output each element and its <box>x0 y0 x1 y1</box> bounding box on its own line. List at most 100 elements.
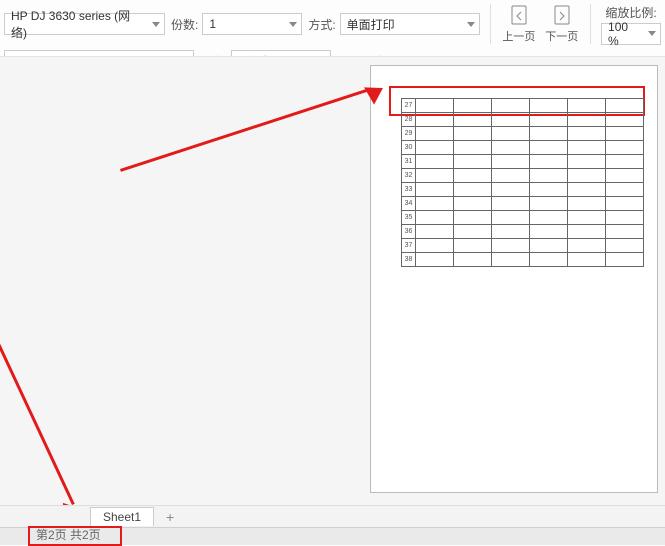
copies-value: 1 <box>209 17 216 31</box>
row-number-cell: 37 <box>402 239 416 253</box>
table-cell <box>416 225 454 239</box>
sheet-tab-sheet1[interactable]: Sheet1 <box>90 507 154 526</box>
mode-label: 方式: <box>308 16 335 33</box>
table-cell <box>568 197 606 211</box>
table-cell <box>568 211 606 225</box>
page-next-icon <box>552 4 572 26</box>
table-cell <box>492 127 530 141</box>
table-cell <box>416 211 454 225</box>
mode-value: 单面打印 <box>347 16 395 33</box>
table-cell <box>568 113 606 127</box>
table-cell <box>492 169 530 183</box>
table-cell <box>606 169 644 183</box>
table-cell <box>492 239 530 253</box>
zoom-label: 缩放比例: <box>605 4 656 21</box>
table-cell <box>568 183 606 197</box>
table-row: 36 <box>402 225 644 239</box>
table-cell <box>416 99 454 113</box>
prev-page-button[interactable]: 上一页 <box>501 2 538 46</box>
printer-select[interactable]: HP DJ 3630 series (网络) <box>4 13 165 35</box>
table-cell <box>416 155 454 169</box>
copies-label: 份数: <box>171 16 198 33</box>
annotation-arrow-bottom <box>0 342 75 505</box>
table-cell <box>492 113 530 127</box>
table-cell <box>568 253 606 267</box>
table-cell <box>416 197 454 211</box>
table-cell <box>454 239 492 253</box>
table-cell <box>416 239 454 253</box>
table-cell <box>416 253 454 267</box>
zoom-select[interactable]: 100 % <box>601 23 661 45</box>
table-cell <box>416 141 454 155</box>
table-cell <box>606 239 644 253</box>
printer-value: HP DJ 3630 series (网络) <box>11 7 146 41</box>
sheet-tab-label: Sheet1 <box>103 510 141 524</box>
table-cell <box>530 211 568 225</box>
table-cell <box>416 169 454 183</box>
status-bar: 第2页 共2页 <box>0 527 665 545</box>
mode-select[interactable]: 单面打印 <box>340 13 480 35</box>
table-cell <box>454 211 492 225</box>
table-cell <box>454 183 492 197</box>
row-number-cell: 30 <box>402 141 416 155</box>
table-cell <box>530 225 568 239</box>
table-row: 35 <box>402 211 644 225</box>
row-number-cell: 35 <box>402 211 416 225</box>
table-cell <box>530 197 568 211</box>
table-cell <box>606 113 644 127</box>
table-cell <box>492 99 530 113</box>
table-cell <box>492 197 530 211</box>
preview-page: 272829303132333435363738 <box>370 65 658 493</box>
sheet-tab-bar: Sheet1 + <box>0 505 665 527</box>
table-cell <box>568 225 606 239</box>
table-cell <box>530 141 568 155</box>
row-number-cell: 27 <box>402 99 416 113</box>
plus-icon: + <box>166 509 174 525</box>
copies-input[interactable]: 1 <box>202 13 302 35</box>
row-number-cell: 29 <box>402 127 416 141</box>
row-number-cell: 34 <box>402 197 416 211</box>
divider <box>590 4 591 44</box>
table-cell <box>492 141 530 155</box>
table-cell <box>492 211 530 225</box>
table-cell <box>606 127 644 141</box>
page-prev-icon <box>509 4 529 26</box>
chevron-down-icon <box>648 31 656 36</box>
table-cell <box>606 225 644 239</box>
divider <box>490 4 491 44</box>
table-row: 33 <box>402 183 644 197</box>
chevron-down-icon <box>289 22 297 27</box>
table-cell <box>416 183 454 197</box>
row-number-cell: 33 <box>402 183 416 197</box>
table-row: 31 <box>402 155 644 169</box>
zoom-value: 100 % <box>608 20 642 48</box>
table-cell <box>606 155 644 169</box>
table-cell <box>454 113 492 127</box>
table-cell <box>568 127 606 141</box>
table-cell <box>492 225 530 239</box>
table-cell <box>454 197 492 211</box>
print-preview-area: 272829303132333435363738 <box>0 56 665 505</box>
row-number-cell: 28 <box>402 113 416 127</box>
table-row: 28 <box>402 113 644 127</box>
next-page-button[interactable]: 下一页 <box>543 2 580 46</box>
next-page-label: 下一页 <box>545 28 578 44</box>
add-sheet-button[interactable]: + <box>160 509 180 525</box>
table-cell <box>492 253 530 267</box>
table-cell <box>568 141 606 155</box>
table-cell <box>454 253 492 267</box>
table-cell <box>492 155 530 169</box>
table-cell <box>454 169 492 183</box>
prev-page-label: 上一页 <box>502 28 535 44</box>
row-number-cell: 32 <box>402 169 416 183</box>
table-cell <box>454 141 492 155</box>
table-row: 30 <box>402 141 644 155</box>
table-cell <box>454 225 492 239</box>
table-cell <box>530 99 568 113</box>
annotation-highlight-status <box>28 526 122 546</box>
row-number-cell: 36 <box>402 225 416 239</box>
table-cell <box>530 183 568 197</box>
table-cell <box>606 211 644 225</box>
table-cell <box>530 127 568 141</box>
table-row: 37 <box>402 239 644 253</box>
